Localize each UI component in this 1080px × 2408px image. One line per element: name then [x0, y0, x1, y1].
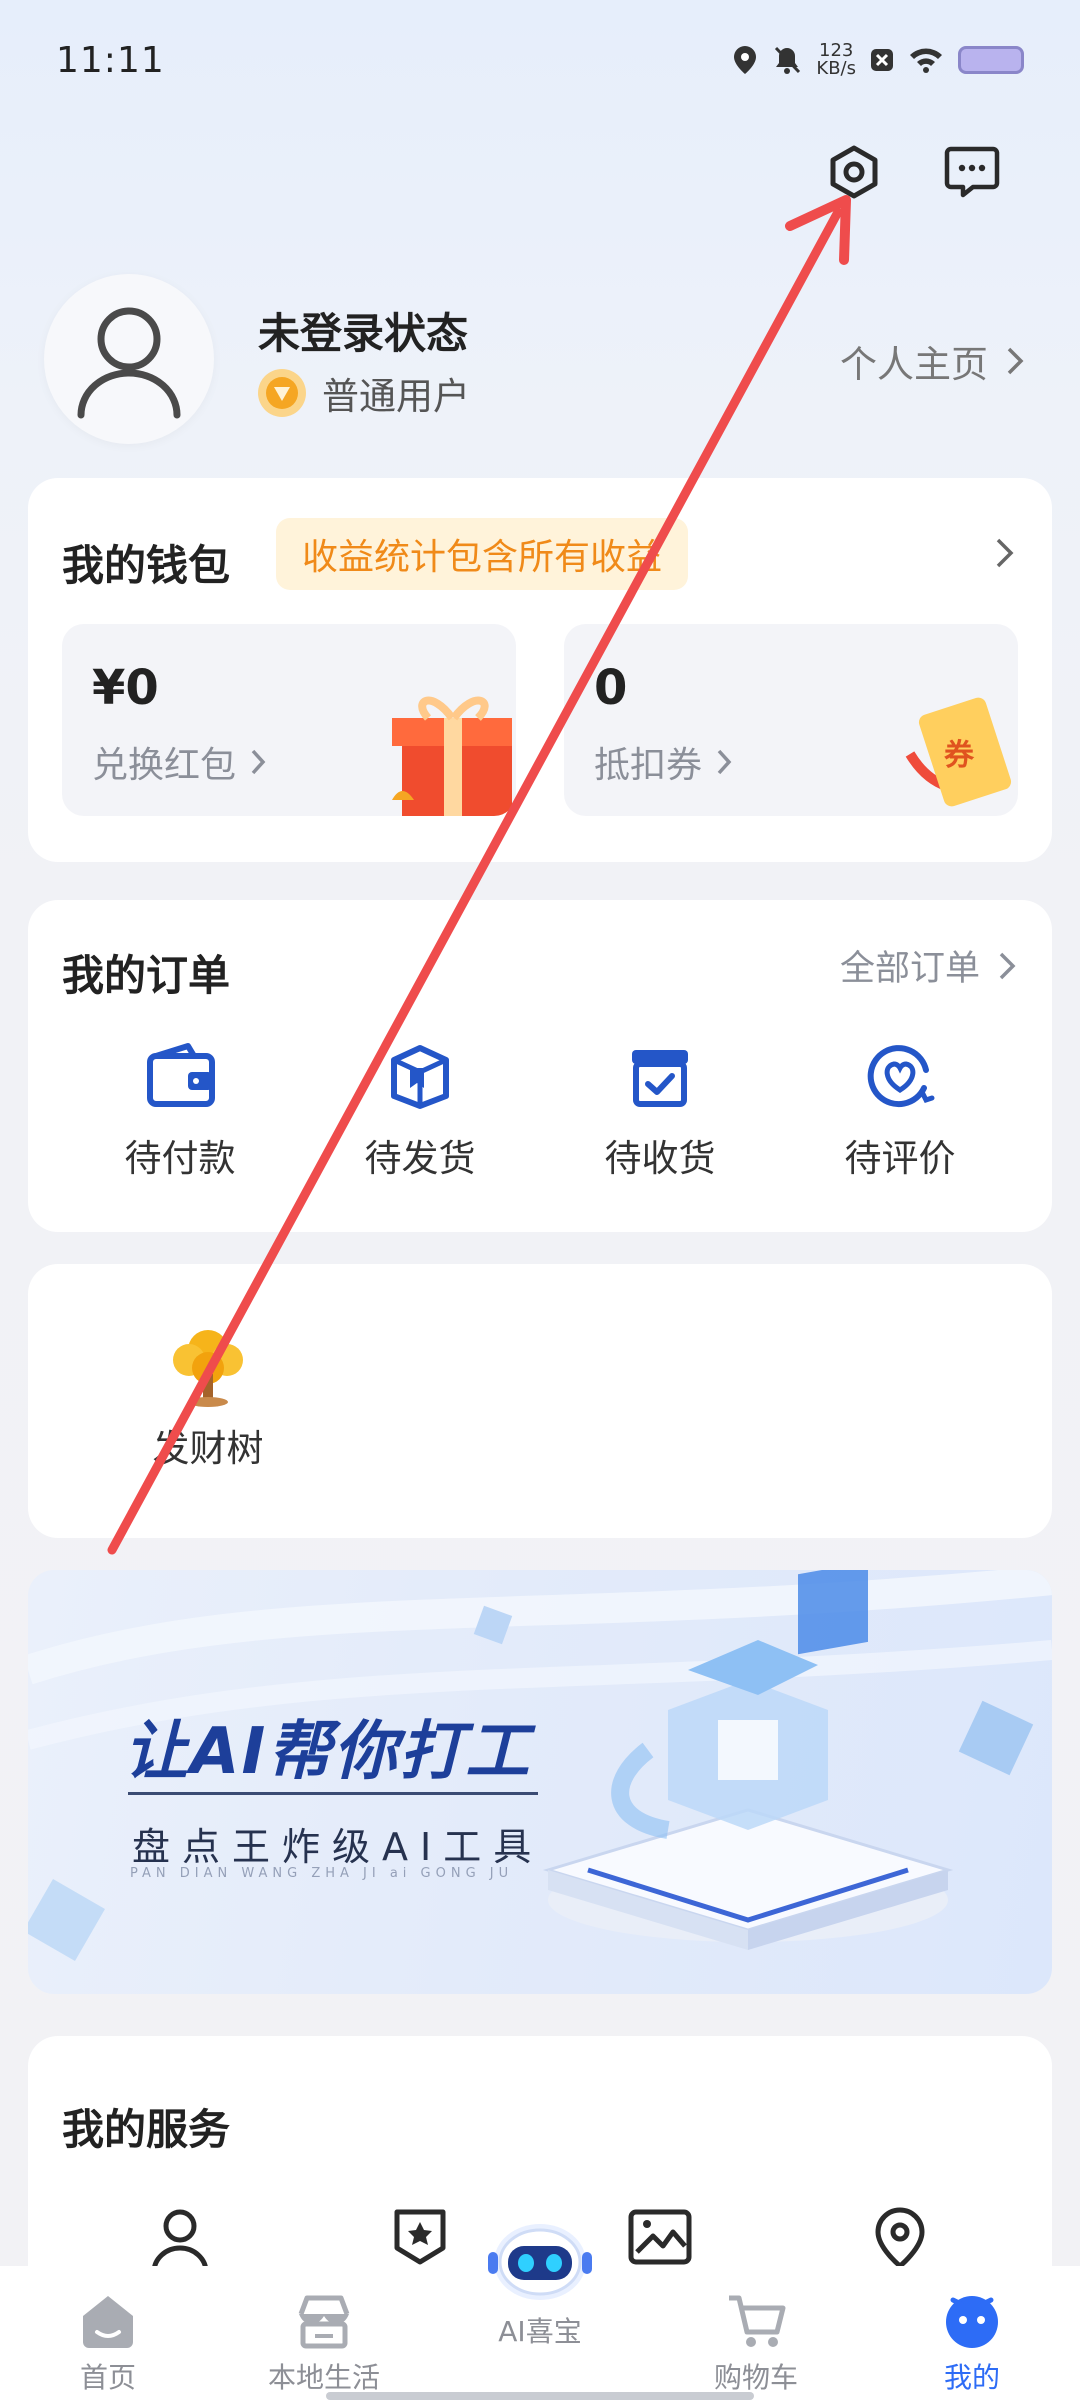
nav-label: 我的	[943, 2361, 1000, 2394]
coupon-value: 0	[594, 660, 628, 716]
orders-title: 我的订单	[62, 951, 231, 1000]
box-check-icon	[632, 1050, 688, 1107]
order-pending-payment[interactable]: 待付款	[60, 1040, 300, 1182]
nav-label: 首页	[79, 2361, 136, 2394]
mute-icon	[775, 46, 801, 74]
banner-subtitle: 盘点王炸级AI工具	[132, 1825, 544, 1869]
nav-local-life[interactable]: 本地生活	[234, 2292, 414, 2396]
wallet-icon	[147, 1043, 215, 1107]
order-pending-review[interactable]: 待评价	[780, 1040, 1020, 1182]
wallet-badge: 收益统计包含所有收益	[276, 518, 689, 590]
home-icon	[83, 2296, 133, 2348]
services-title: 我的服务	[62, 2105, 231, 2154]
status-icons: 123 KB/s	[732, 42, 1024, 78]
order-pending-shipment[interactable]: 待发货	[300, 1040, 540, 1182]
orders-card: 我的订单 全部订单 待付款 待发货 待收货 待评价	[28, 900, 1052, 1232]
homepage-label: 个人主页	[840, 343, 988, 386]
chevron-right-icon	[717, 749, 732, 775]
coupon-label: 抵扣券	[594, 745, 703, 786]
chevron-right-icon	[251, 749, 266, 775]
chevron-right-icon	[999, 952, 1016, 979]
banner-divider	[128, 1792, 538, 1795]
location-status-icon	[734, 46, 757, 74]
notification-blocked-icon	[871, 49, 893, 71]
order-label: 待收货	[604, 1137, 716, 1180]
username[interactable]: 未登录状态	[258, 300, 468, 361]
red-packet-link[interactable]: 兑换红包	[92, 736, 266, 788]
settings-icon	[830, 145, 878, 199]
status-time: 11:11	[56, 40, 165, 81]
coupon-char: 券	[944, 738, 974, 773]
message-icon	[944, 146, 1000, 198]
coupon-illustration: 券	[900, 694, 1018, 816]
nav-ai-xibao[interactable]: AI喜宝	[450, 2224, 630, 2350]
nav-home[interactable]: 首页	[18, 2292, 198, 2396]
nav-label: 本地生活	[267, 2361, 380, 2394]
cart-icon	[729, 2295, 786, 2347]
avatar[interactable]	[44, 274, 214, 444]
ai-robot-icon	[488, 2224, 592, 2300]
service-badge[interactable]	[360, 2206, 480, 2268]
promo-banner[interactable]: 让AI帮你打工 盘点王炸级AI工具 PAN DIAN WANG ZHA JI a…	[28, 1570, 1052, 1994]
banner-title: 让AI帮你打工	[124, 1715, 532, 1789]
coupon-box[interactable]: 0 抵扣券 券	[564, 624, 1018, 816]
vip-medal-icon	[258, 369, 306, 417]
order-label: 待发货	[364, 1137, 476, 1180]
badge-icon	[394, 2209, 446, 2265]
store-icon	[298, 2295, 350, 2349]
network-speed: 123 KB/s	[816, 40, 856, 79]
red-packet-label: 兑换红包	[92, 745, 237, 786]
all-orders-link[interactable]: 全部订单	[840, 940, 1016, 991]
user-level: 普通用户	[256, 366, 470, 420]
mine-icon	[946, 2296, 998, 2348]
money-tree-icon	[173, 1330, 243, 1407]
battery-icon	[958, 46, 1024, 74]
wallet-title: 我的钱包	[62, 541, 231, 590]
gift-box-icon	[392, 696, 512, 816]
nav-mine[interactable]: 我的	[882, 2292, 1062, 2396]
wallet-card: 我的钱包 收益统计包含所有收益 ¥0 兑换红包 0 抵扣券 券	[28, 478, 1052, 862]
chevron-right-icon	[1007, 347, 1024, 375]
bottom-nav: 首页 本地生活 AI喜宝 购物车 我的	[0, 2224, 1080, 2408]
order-label: 待评价	[844, 1137, 956, 1180]
service-gallery[interactable]	[600, 2206, 720, 2268]
nav-label: AI喜宝	[498, 2315, 582, 2348]
order-label: 待付款	[124, 1137, 236, 1180]
money-tree-entry[interactable]: 发财树	[98, 1320, 318, 1472]
heart-review-icon	[867, 1045, 935, 1108]
settings-button[interactable]	[818, 136, 890, 208]
wifi-icon	[910, 48, 942, 73]
money-tree-label: 发财树	[152, 1427, 264, 1470]
red-packet-value: ¥0	[92, 660, 159, 716]
coupon-link[interactable]: 抵扣券	[594, 736, 732, 788]
banner-pinyin: PAN DIAN WANG ZHA JI ai GONG JU	[130, 1866, 514, 1881]
user-avatar-icon	[77, 307, 181, 419]
order-pending-receipt[interactable]: 待收货	[540, 1040, 780, 1182]
picture-icon	[628, 2209, 692, 2265]
homepage-link[interactable]: 个人主页	[840, 334, 1024, 388]
nav-label: 购物车	[713, 2361, 798, 2394]
all-orders-label: 全部订单	[839, 949, 980, 989]
package-icon	[391, 1045, 449, 1109]
money-tree-card: 发财树	[28, 1264, 1052, 1538]
user-type-label: 普通用户	[322, 375, 470, 418]
home-indicator	[326, 2392, 754, 2400]
red-packet-box[interactable]: ¥0 兑换红包	[62, 624, 516, 816]
message-button[interactable]	[936, 136, 1008, 208]
wallet-chevron-icon[interactable]	[994, 536, 1016, 570]
nav-cart[interactable]: 购物车	[666, 2292, 846, 2396]
